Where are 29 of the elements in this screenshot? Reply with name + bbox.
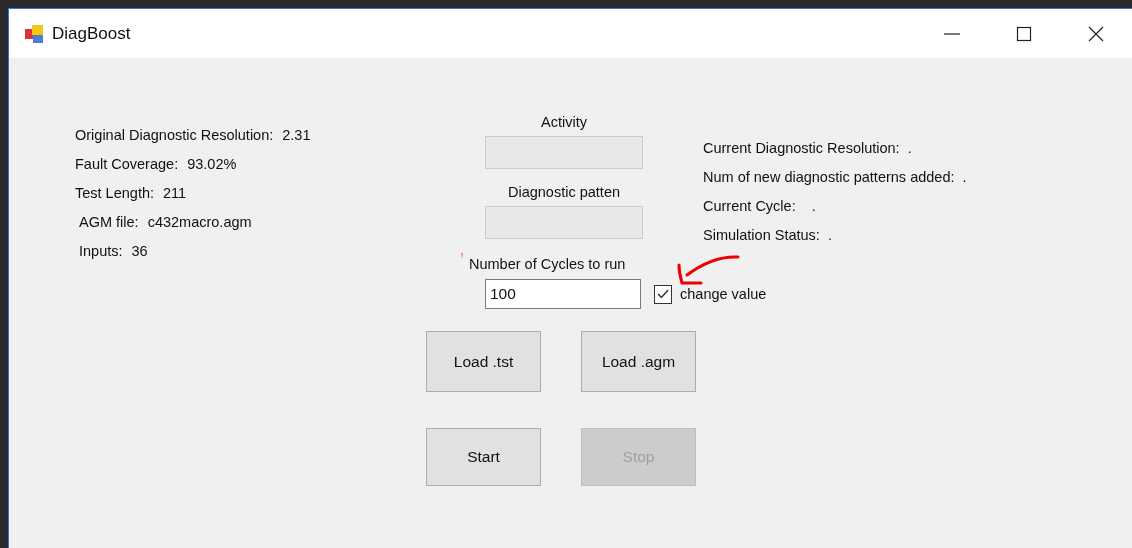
field-label: Activity (540, 113, 588, 132)
info-value: 36 (131, 243, 148, 259)
info-label: Test Length: (75, 185, 154, 201)
window-title: DiagBoost (52, 23, 131, 44)
info-label: AGM file: (79, 214, 139, 230)
info-value: 93.02% (187, 156, 237, 172)
info-label: Original Diagnostic Resolution: (75, 127, 274, 143)
info-value: 2.31 (282, 127, 311, 143)
checkbox[interactable] (654, 284, 672, 304)
cycles-input[interactable]: 100 (485, 279, 641, 309)
app-icon (24, 23, 44, 44)
status-text: Simulation Status: . (703, 227, 832, 243)
info-value: c432macro.agm (147, 214, 252, 230)
info-label: Inputs: (79, 243, 123, 259)
action-button[interactable]: Load .agm (581, 331, 696, 392)
info-value: 211 (163, 185, 187, 201)
checkbox-label: change value (680, 286, 767, 302)
info-label: Fault Coverage: (75, 156, 179, 172)
field-label: Number of Cycles to run (469, 255, 626, 274)
field-label: Diagnostic patten (506, 183, 621, 202)
status-text: Current Cycle: . (703, 198, 816, 214)
minimize-icon (944, 32, 960, 35)
status-text: Current Diagnostic Resolution: . (703, 140, 912, 156)
action-button[interactable]: Load .tst (426, 331, 541, 392)
action-button[interactable]: Start (426, 428, 541, 486)
maximize-icon (1016, 25, 1032, 42)
status-text: Num of new diagnostic patterns added: . (703, 169, 967, 185)
annotation-arrow (675, 253, 741, 287)
close-icon (1088, 25, 1104, 42)
